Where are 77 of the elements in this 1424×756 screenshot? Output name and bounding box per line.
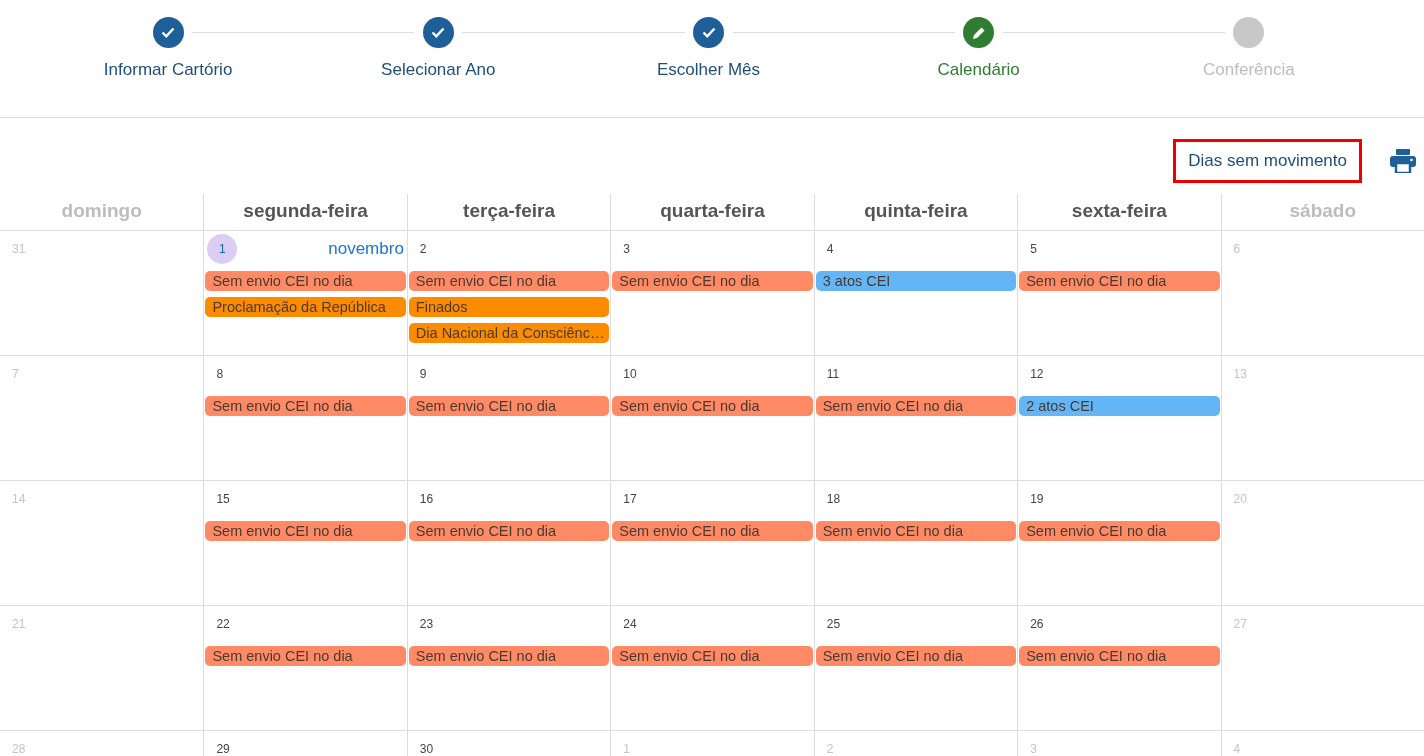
- day-number: 20: [1232, 490, 1248, 508]
- day-number: 22: [215, 615, 231, 633]
- calendar-event[interactable]: 2 atos CEI: [1019, 395, 1220, 416]
- weekday-header: segunda-feira: [203, 194, 407, 230]
- day-number: 18: [825, 490, 842, 508]
- calendar-event[interactable]: Sem envio CEI no dia: [408, 395, 610, 416]
- day-number: 30: [418, 740, 435, 756]
- day-number: 6: [1232, 240, 1242, 258]
- day-number: 14: [11, 490, 27, 508]
- day-number: 19: [1029, 490, 1045, 508]
- day-number: 5: [1029, 240, 1038, 258]
- checkmark-icon: [701, 27, 716, 38]
- weekday-header: domingo: [60, 199, 143, 223]
- step-label: Conferência: [1203, 59, 1295, 81]
- calendar-event[interactable]: Sem envio CEI no dia: [205, 645, 406, 666]
- day-number: 4: [825, 240, 835, 258]
- calendar-event[interactable]: Dia Nacional da Consciênc…: [408, 322, 610, 343]
- day-number: 16: [418, 490, 435, 508]
- calendar-event[interactable]: Sem envio CEI no dia: [408, 270, 610, 291]
- calendar-event[interactable]: Sem envio CEI no dia: [815, 395, 1017, 416]
- step-label: Informar Cartório: [103, 59, 233, 81]
- calendar-event[interactable]: Sem envio CEI no dia: [1019, 520, 1220, 541]
- day-number: 8: [215, 365, 225, 383]
- day-number: 27: [1232, 615, 1248, 633]
- calendar-event[interactable]: Sem envio CEI no dia: [408, 645, 610, 666]
- day-number: 25: [825, 615, 842, 633]
- calendar-event[interactable]: Sem envio CEI no dia: [408, 520, 610, 541]
- day-number: 24: [622, 615, 638, 633]
- weekday-header: sábado: [1220, 194, 1424, 230]
- day-number: 2: [418, 240, 428, 258]
- day-number: 13: [1232, 365, 1248, 383]
- day-number: 3: [622, 240, 631, 258]
- calendar-event[interactable]: Sem envio CEI no dia: [612, 520, 813, 541]
- weekday-header: terça-feira: [406, 194, 611, 230]
- day-number: 29: [215, 740, 231, 756]
- checkmark-icon: [431, 27, 446, 38]
- calendar-event[interactable]: Finados: [408, 296, 610, 317]
- day-number: 31: [11, 240, 27, 258]
- day-number: 2: [825, 740, 835, 756]
- day-number: 4: [1232, 740, 1242, 756]
- weekday-header: sexta-feira: [1017, 194, 1221, 230]
- no-movement-days-button[interactable]: Dias sem movimento: [1173, 139, 1362, 183]
- weekday-header: quinta-feira: [813, 194, 1018, 230]
- month-label: novembro: [328, 237, 404, 260]
- calendar-event[interactable]: Proclamação da República: [205, 296, 406, 317]
- calendar-event[interactable]: Sem envio CEI no dia: [612, 645, 813, 666]
- step-label: Escolher Mês: [657, 59, 760, 81]
- day-number: 17: [622, 490, 638, 508]
- calendar-event[interactable]: Sem envio CEI no dia: [1019, 645, 1220, 666]
- calendar-event[interactable]: Sem envio CEI no dia: [612, 395, 813, 416]
- day-number: 1: [622, 740, 631, 756]
- day-number: 12: [1029, 365, 1045, 383]
- calendar-event[interactable]: 3 atos CEI: [815, 270, 1017, 291]
- calendar-event[interactable]: Sem envio CEI no dia: [815, 520, 1017, 541]
- calendar-event[interactable]: Sem envio CEI no dia: [1019, 270, 1220, 291]
- weekday-header: quarta-feira: [610, 194, 814, 230]
- step-label: Selecionar Ano: [381, 59, 496, 81]
- calendar-event[interactable]: Sem envio CEI no dia: [815, 645, 1017, 666]
- day-number: 26: [1029, 615, 1045, 633]
- day-number: 9: [418, 365, 428, 383]
- calendar-event[interactable]: Sem envio CEI no dia: [205, 395, 406, 416]
- print-icon[interactable]: [1390, 149, 1416, 173]
- day-number: 1: [207, 233, 238, 264]
- day-number: 3: [1029, 740, 1038, 756]
- day-number: 21: [11, 615, 27, 633]
- day-number: 28: [11, 740, 27, 756]
- day-number: 10: [622, 365, 638, 383]
- day-number: 7: [11, 365, 20, 383]
- checkmark-icon: [161, 27, 176, 38]
- day-number: 15: [215, 490, 231, 508]
- calendar-event[interactable]: Sem envio CEI no dia: [612, 270, 813, 291]
- calendar-event[interactable]: Sem envio CEI no dia: [205, 520, 406, 541]
- step-label: Calendário: [937, 59, 1020, 81]
- day-number: 23: [418, 615, 435, 633]
- calendar-event[interactable]: Sem envio CEI no dia: [205, 270, 406, 291]
- pencil-icon: [971, 25, 986, 40]
- day-number: 11: [825, 365, 841, 383]
